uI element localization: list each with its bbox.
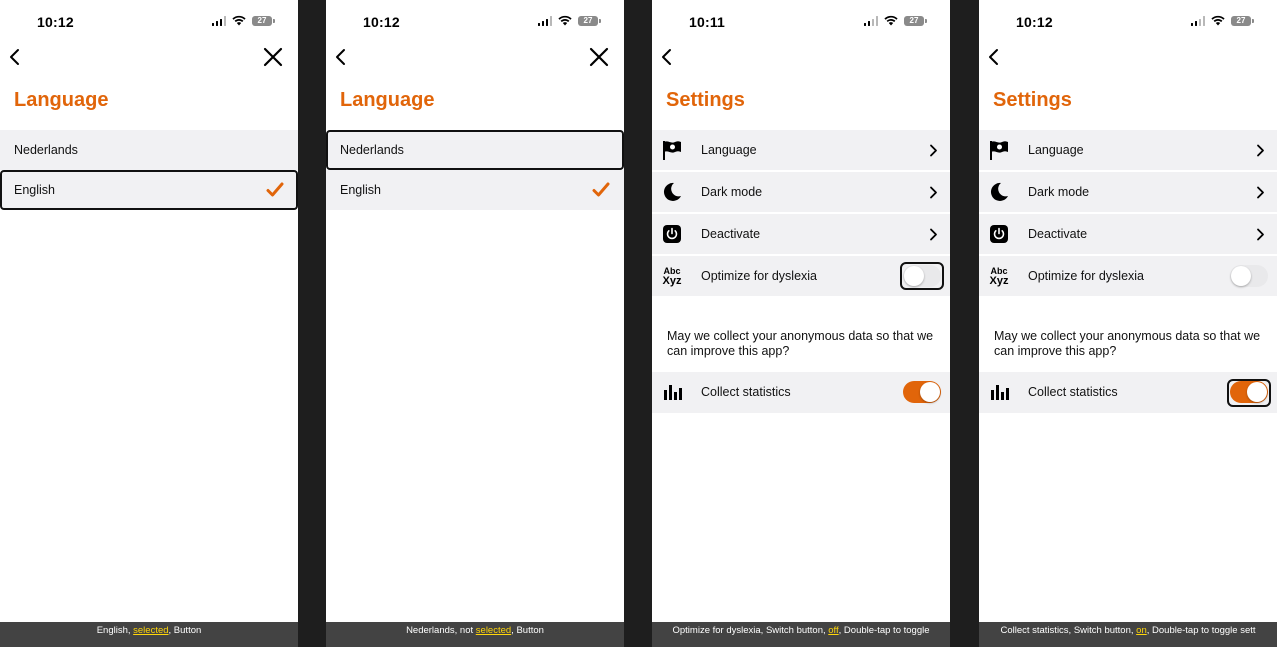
close-icon[interactable] (588, 46, 610, 68)
language-option-label: Nederlands (14, 143, 78, 157)
close-icon[interactable] (262, 46, 284, 68)
checkmark-icon (266, 182, 284, 197)
abc-xyz-icon: Abc Xyz (989, 266, 1009, 287)
settings-item-label: Dark mode (701, 185, 763, 199)
language-option-label: English (340, 183, 381, 197)
back-chevron-icon[interactable] (983, 46, 1005, 68)
statistics-question: May we collect your anonymous data so th… (994, 329, 1261, 358)
bar-chart-icon (988, 381, 1010, 403)
screen-language-english-focused: 10:12 27 Language Nederlands English Eng… (0, 0, 298, 647)
chevron-right-icon (1257, 186, 1264, 199)
settings-item-dyslexia: Abc Xyz Optimize for dyslexia (652, 256, 950, 297)
bar-chart-icon (661, 381, 683, 403)
abc-xyz-icon: Abc Xyz (662, 266, 682, 287)
chevron-right-icon (1257, 228, 1264, 241)
voiceover-caption: Nederlands, not selected, Button (326, 622, 624, 647)
settings-item-label: Collect statistics (701, 385, 791, 399)
voiceover-caption: English, selected, Button (0, 622, 298, 647)
status-time: 10:12 (1016, 14, 1053, 30)
back-chevron-icon[interactable] (656, 46, 678, 68)
settings-item-dark-mode[interactable]: Dark mode (652, 172, 950, 213)
moon-icon (661, 181, 683, 203)
language-option-english[interactable]: English (0, 170, 298, 210)
settings-item-language[interactable]: Language (652, 130, 950, 171)
chevron-right-icon (930, 186, 937, 199)
page-title: Settings (993, 89, 1072, 111)
battery-icon: 27 (578, 15, 601, 26)
cellular-signal-icon (1190, 15, 1205, 26)
screen-settings-statistics-focused: 10:12 27 Settings Language Dark mode Dea… (979, 0, 1277, 647)
flag-icon (661, 139, 683, 161)
settings-item-language[interactable]: Language (979, 130, 1277, 171)
status-time: 10:11 (689, 14, 726, 30)
language-option-english[interactable]: English (326, 170, 624, 210)
wifi-icon (884, 15, 898, 26)
wifi-icon (558, 15, 572, 26)
focus-ring (900, 262, 944, 290)
wifi-icon (1211, 15, 1225, 26)
settings-item-label: Language (701, 143, 757, 157)
settings-item-label: Dark mode (1028, 185, 1090, 199)
chevron-right-icon (930, 228, 937, 241)
chevron-right-icon (930, 144, 937, 157)
back-chevron-icon[interactable] (4, 46, 26, 68)
settings-item-dyslexia: Abc Xyz Optimize for dyslexia (979, 256, 1277, 297)
page-title: Settings (666, 89, 745, 111)
status-time: 10:12 (363, 14, 400, 30)
cellular-signal-icon (537, 15, 552, 26)
settings-item-label: Collect statistics (1028, 385, 1118, 399)
focus-ring (1227, 379, 1271, 407)
status-bar: 10:12 27 (326, 0, 624, 40)
battery-icon: 27 (1231, 15, 1254, 26)
language-option-nederlands[interactable]: Nederlands (0, 130, 298, 170)
settings-item-dark-mode[interactable]: Dark mode (979, 172, 1277, 213)
dyslexia-toggle[interactable] (1230, 265, 1268, 287)
settings-item-statistics: Collect statistics (652, 372, 950, 414)
status-bar: 10:12 27 (979, 0, 1277, 40)
status-bar: 10:12 27 (0, 0, 298, 40)
flag-icon (988, 139, 1010, 161)
settings-item-label: Deactivate (701, 227, 761, 241)
settings-item-deactivate[interactable]: Deactivate (652, 214, 950, 255)
screen-language-nederlands-focused: 10:12 27 Language Nederlands English Ned… (326, 0, 624, 647)
language-option-nederlands[interactable]: Nederlands (326, 130, 624, 170)
settings-item-label: Optimize for dyslexia (701, 269, 818, 283)
statistics-toggle[interactable] (903, 381, 941, 403)
wifi-icon (232, 15, 246, 26)
settings-item-label: Language (1028, 143, 1084, 157)
status-bar: 10:11 27 (652, 0, 950, 40)
voiceover-caption: Optimize for dyslexia, Switch button, of… (652, 622, 950, 647)
settings-item-label: Optimize for dyslexia (1028, 269, 1145, 283)
cellular-signal-icon (863, 15, 878, 26)
status-time: 10:12 (37, 14, 74, 30)
cellular-signal-icon (211, 15, 226, 26)
back-chevron-icon[interactable] (330, 46, 352, 68)
statistics-question: May we collect your anonymous data so th… (667, 329, 934, 358)
power-icon (661, 223, 683, 245)
screen-settings-dyslexia-focused: 10:11 27 Settings Language Dark mode Dea… (652, 0, 950, 647)
voiceover-caption: Collect statistics, Switch button, on, D… (979, 622, 1277, 647)
moon-icon (988, 181, 1010, 203)
settings-item-label: Deactivate (1028, 227, 1088, 241)
settings-item-statistics: Collect statistics (979, 372, 1277, 414)
power-icon (988, 223, 1010, 245)
checkmark-icon (592, 182, 610, 197)
page-title: Language (14, 89, 109, 111)
battery-icon: 27 (252, 15, 275, 26)
language-option-label: Nederlands (340, 143, 404, 157)
language-option-label: English (14, 183, 55, 197)
chevron-right-icon (1257, 144, 1264, 157)
battery-icon: 27 (904, 15, 927, 26)
settings-item-deactivate[interactable]: Deactivate (979, 214, 1277, 255)
page-title: Language (340, 89, 435, 111)
